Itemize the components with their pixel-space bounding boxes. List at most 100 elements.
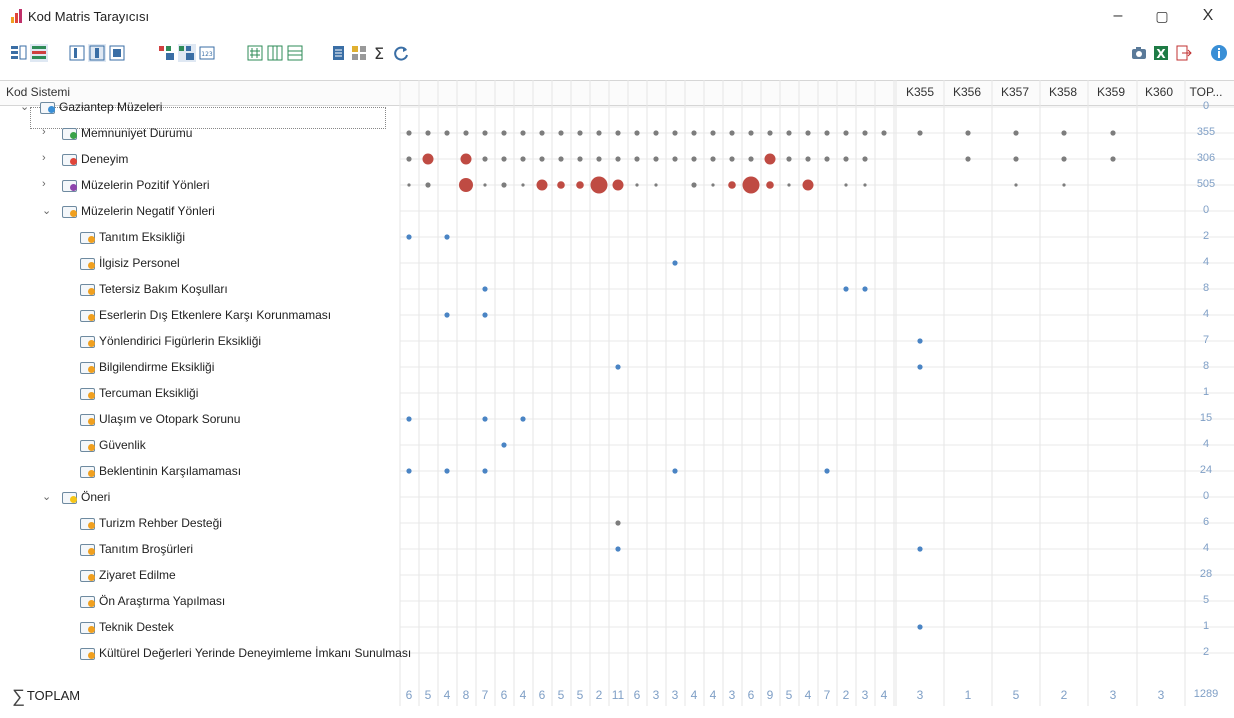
- matrix-dot[interactable]: [881, 130, 887, 136]
- matrix-dot[interactable]: [406, 234, 412, 240]
- close-button[interactable]: X: [1186, 4, 1230, 28]
- matrix-dot[interactable]: [863, 183, 867, 187]
- chevron-right-icon[interactable]: ›: [42, 152, 46, 164]
- color-code-icon[interactable]: [158, 44, 176, 62]
- matrix-dot[interactable]: [615, 520, 621, 526]
- chevron-down-icon[interactable]: ⌄: [20, 100, 29, 113]
- matrix-dot[interactable]: [482, 156, 488, 162]
- matrix-dot[interactable]: [691, 156, 697, 162]
- matrix-dot[interactable]: [557, 181, 565, 189]
- matrix-dot[interactable]: [843, 130, 849, 136]
- matrix-dot[interactable]: [460, 153, 472, 165]
- tree-row[interactable]: Kültürel Değerleri Yerinde Deneyimleme İ…: [80, 643, 411, 663]
- matrix-dot[interactable]: [615, 156, 621, 162]
- matrix-dot[interactable]: [672, 260, 678, 266]
- column-header-k355[interactable]: K355: [900, 85, 940, 99]
- matrix-dot[interactable]: [520, 156, 526, 162]
- matrix-dot[interactable]: [615, 546, 621, 552]
- matrix-dot[interactable]: [787, 183, 791, 187]
- chevron-right-icon[interactable]: ›: [42, 178, 46, 190]
- matrix-dot[interactable]: [406, 130, 412, 136]
- tree-row[interactable]: Turizm Rehber Desteği: [80, 513, 222, 533]
- columns-2-icon[interactable]: [88, 44, 106, 62]
- excel-icon[interactable]: X: [1152, 44, 1170, 62]
- matrix-dot[interactable]: [463, 130, 469, 136]
- matrix-dot[interactable]: [824, 468, 830, 474]
- matrix-dot[interactable]: [862, 286, 868, 292]
- matrix-dot[interactable]: [406, 416, 412, 422]
- column-header-k360[interactable]: K360: [1139, 85, 1179, 99]
- matrix-dot[interactable]: [711, 183, 715, 187]
- tree-row[interactable]: Deneyim: [62, 149, 128, 169]
- matrix-dot[interactable]: [482, 286, 488, 292]
- matrix-dot[interactable]: [1061, 130, 1067, 136]
- grid-2-icon[interactable]: [286, 44, 304, 62]
- columns-icon[interactable]: [68, 44, 86, 62]
- matrix-dot[interactable]: [425, 130, 431, 136]
- matrix-dot[interactable]: [805, 130, 811, 136]
- matrix-dot[interactable]: [917, 338, 923, 344]
- matrix-dot[interactable]: [635, 183, 639, 187]
- matrix-dot[interactable]: [577, 156, 583, 162]
- matrix-dot[interactable]: [729, 130, 735, 136]
- matrix-dot[interactable]: [965, 130, 971, 136]
- matrix-dot[interactable]: [444, 130, 450, 136]
- export-icon[interactable]: [1174, 44, 1192, 62]
- sigma-icon[interactable]: Σ: [370, 44, 388, 62]
- tree-row[interactable]: Öneri: [62, 487, 110, 507]
- matrix-dot[interactable]: [672, 156, 678, 162]
- matrix-dot[interactable]: [501, 182, 507, 188]
- matrix-dot[interactable]: [615, 364, 621, 370]
- matrix-dot[interactable]: [482, 312, 488, 318]
- column-header-k356[interactable]: K356: [947, 85, 987, 99]
- tree-row[interactable]: Tercuman Eksikliği: [80, 383, 198, 403]
- matrix-dot[interactable]: [843, 286, 849, 292]
- matrix-dot[interactable]: [558, 156, 564, 162]
- matrix-dot[interactable]: [1061, 156, 1067, 162]
- tree-row[interactable]: Memnuniyet Durumu: [62, 123, 192, 143]
- matrix-dot[interactable]: [1110, 156, 1116, 162]
- matrix-dot[interactable]: [862, 130, 868, 136]
- column-header-k359[interactable]: K359: [1091, 85, 1131, 99]
- matrix-dot[interactable]: [653, 130, 659, 136]
- matrix-dot[interactable]: [805, 156, 811, 162]
- column-header-k357[interactable]: K357: [995, 85, 1035, 99]
- matrix-dot[interactable]: [406, 156, 412, 162]
- matrix-dot[interactable]: [539, 130, 545, 136]
- tree-row[interactable]: Bilgilendirme Eksikliği: [80, 357, 214, 377]
- matrix-dot[interactable]: [501, 442, 507, 448]
- column-header-k358[interactable]: K358: [1043, 85, 1083, 99]
- minimize-button[interactable]: –: [1096, 4, 1140, 28]
- camera-icon[interactable]: [1130, 44, 1148, 62]
- matrix-dot[interactable]: [862, 156, 868, 162]
- matrix-dot[interactable]: [521, 183, 525, 187]
- matrix-dot[interactable]: [767, 130, 773, 136]
- matrix-view-icon[interactable]: [10, 44, 28, 62]
- matrix-dot[interactable]: [444, 312, 450, 318]
- tree-row[interactable]: Tanıtım Eksikliği: [80, 227, 185, 247]
- matrix-dot[interactable]: [596, 156, 602, 162]
- tree-row[interactable]: Tanıtım Broşürleri: [80, 539, 193, 559]
- matrix-dot[interactable]: [425, 182, 431, 188]
- matrix-dot[interactable]: [406, 468, 412, 474]
- matrix-dot[interactable]: [1062, 183, 1066, 187]
- chevron-down-icon[interactable]: ⌄: [42, 204, 51, 217]
- tree-row[interactable]: Ön Araştırma Yapılması: [80, 591, 225, 611]
- matrix-dot[interactable]: [1110, 130, 1116, 136]
- hash-icon[interactable]: [246, 44, 264, 62]
- number-icon[interactable]: 123: [198, 44, 216, 62]
- matrix-dot[interactable]: [459, 178, 473, 192]
- tree-row[interactable]: İlgisiz Personel: [80, 253, 180, 273]
- matrix-dot[interactable]: [577, 130, 583, 136]
- matrix-dot[interactable]: [444, 468, 450, 474]
- matrix-dot[interactable]: [672, 468, 678, 474]
- matrix-dot[interactable]: [590, 176, 608, 194]
- tree-row[interactable]: Beklentinin Karşılamaması: [80, 461, 241, 481]
- matrix-dot[interactable]: [965, 156, 971, 162]
- matrix-dot[interactable]: [802, 179, 814, 191]
- tree-row[interactable]: Ulaşım ve Otopark Sorunu: [80, 409, 240, 429]
- tree-row[interactable]: Yönlendirici Figürlerin Eksikliği: [80, 331, 261, 351]
- matrix-dot[interactable]: [691, 130, 697, 136]
- matrix-dot[interactable]: [576, 181, 584, 189]
- matrix-dot[interactable]: [843, 156, 849, 162]
